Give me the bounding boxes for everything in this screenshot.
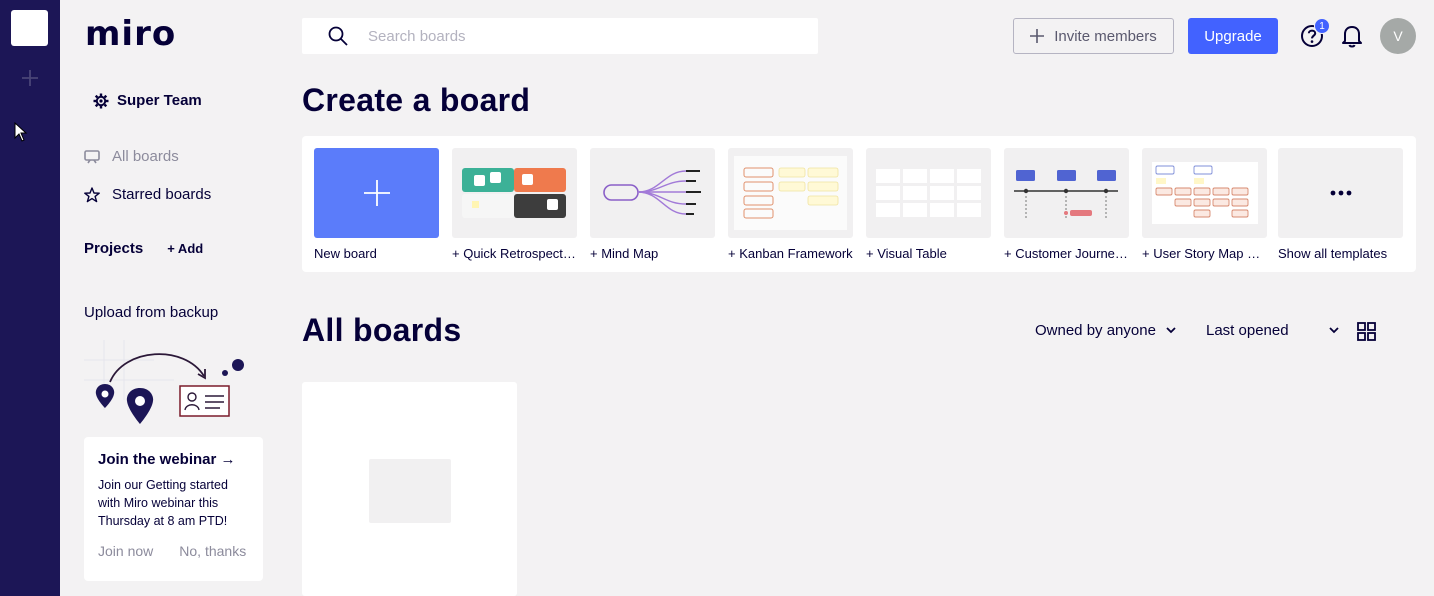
add-team-icon[interactable]: [20, 68, 40, 88]
template-thumbnail: [314, 148, 439, 238]
search-icon: [328, 26, 348, 46]
user-story-map-preview: [1152, 162, 1258, 224]
template-label: Show all templates: [1278, 246, 1388, 261]
webinar-title-link[interactable]: Join the webinar →: [98, 451, 249, 468]
template-quick-retrospective[interactable]: + Quick Retrospective: [452, 148, 578, 261]
template-thumbnail: [1004, 148, 1129, 238]
team-rail: [0, 0, 60, 596]
webinar-card: Join the webinar → Join our Getting star…: [84, 437, 263, 581]
star-icon: [84, 186, 100, 202]
invite-members-label: Invite members: [1054, 27, 1157, 45]
grid-view-icon[interactable]: [1357, 322, 1376, 341]
plus-icon: [363, 180, 390, 206]
customer-journey-preview: [1014, 170, 1118, 218]
template-visual-table[interactable]: + Visual Table: [866, 148, 992, 261]
template-thumbnail: [590, 148, 715, 238]
board-thumbnail-placeholder: [369, 459, 451, 523]
sidebar-item-starred-boards[interactable]: Starred boards: [84, 186, 211, 203]
template-thumbnail: [728, 148, 853, 238]
template-label: + Kanban Framework: [728, 246, 853, 261]
template-label: + Visual Table: [866, 246, 947, 261]
upload-from-backup-link[interactable]: Upload from backup: [84, 304, 218, 321]
template-label: New board: [314, 246, 377, 261]
webinar-actions: Join now No, thanks: [98, 543, 246, 559]
template-label: + User Story Map Framework: [1142, 246, 1268, 261]
user-avatar[interactable]: V: [1380, 18, 1416, 54]
template-thumbnail: [452, 148, 577, 238]
chevron-down-icon: [1328, 327, 1339, 334]
owner-filter-dropdown[interactable]: Owned by anyone: [1035, 322, 1176, 339]
template-user-story-map[interactable]: + User Story Map Framework: [1142, 148, 1268, 261]
invite-members-button[interactable]: Invite members: [1013, 18, 1174, 54]
templates-panel: New board + Quick Retrospective + Mind M…: [302, 136, 1416, 272]
sidebar-item-label: All boards: [112, 148, 179, 165]
webinar-description: Join our Getting started with Miro webin…: [98, 478, 228, 528]
template-label: + Customer Journey Map: [1004, 246, 1130, 261]
team-name-label: Super Team: [117, 92, 202, 109]
template-label: + Mind Map: [590, 246, 659, 261]
board-icon: [84, 149, 100, 163]
bell-icon[interactable]: [1341, 24, 1363, 48]
template-customer-journey[interactable]: + Customer Journey Map: [1004, 148, 1130, 261]
template-mind-map[interactable]: + Mind Map: [590, 148, 716, 261]
template-thumbnail: [1278, 148, 1403, 238]
template-new-board[interactable]: New board: [314, 148, 440, 261]
owner-filter-value: Owned by anyone: [1035, 322, 1156, 339]
projects-section: Projects + Add: [84, 240, 203, 257]
add-project-button[interactable]: + Add: [167, 241, 203, 256]
mind-map-preview: [603, 170, 701, 215]
join-now-link[interactable]: Join now: [98, 543, 153, 559]
help-notification-badge: 1: [1314, 18, 1330, 34]
upgrade-button[interactable]: Upgrade: [1188, 18, 1278, 54]
search-bar: [302, 18, 818, 54]
sort-dropdown[interactable]: Last opened: [1206, 322, 1339, 339]
sidebar-item-label: Starred boards: [112, 186, 212, 203]
all-boards-heading: All boards: [302, 312, 462, 348]
retrospective-preview: [462, 168, 566, 218]
gear-icon: [93, 93, 109, 108]
kanban-preview: [734, 156, 847, 230]
no-thanks-link[interactable]: No, thanks: [179, 543, 246, 559]
search-input[interactable]: [368, 27, 768, 45]
template-thumbnail: [1142, 148, 1267, 238]
sort-value: Last opened: [1206, 322, 1289, 339]
create-board-heading: Create a board: [302, 82, 531, 118]
template-thumbnail: [866, 148, 991, 238]
projects-heading: Projects: [84, 240, 144, 257]
chevron-down-icon: [1166, 327, 1176, 334]
template-label: + Quick Retrospective: [452, 246, 578, 261]
team-switcher-tile[interactable]: [11, 10, 48, 46]
template-kanban-framework[interactable]: + Kanban Framework: [728, 148, 854, 261]
miro-logo[interactable]: miro: [85, 14, 176, 54]
sidebar-item-all-boards[interactable]: All boards: [84, 148, 179, 165]
board-card[interactable]: [302, 382, 517, 596]
visual-table-preview: [876, 169, 981, 217]
mouse-cursor-icon: [14, 122, 28, 142]
plus-icon: [1030, 29, 1045, 43]
team-settings[interactable]: Super Team: [93, 92, 202, 109]
sidebar: miro Super Team All boards Starred board…: [60, 0, 282, 596]
more-dots-icon: [1330, 190, 1351, 196]
webinar-illustration: [84, 340, 244, 424]
template-show-all[interactable]: Show all templates: [1278, 148, 1404, 261]
